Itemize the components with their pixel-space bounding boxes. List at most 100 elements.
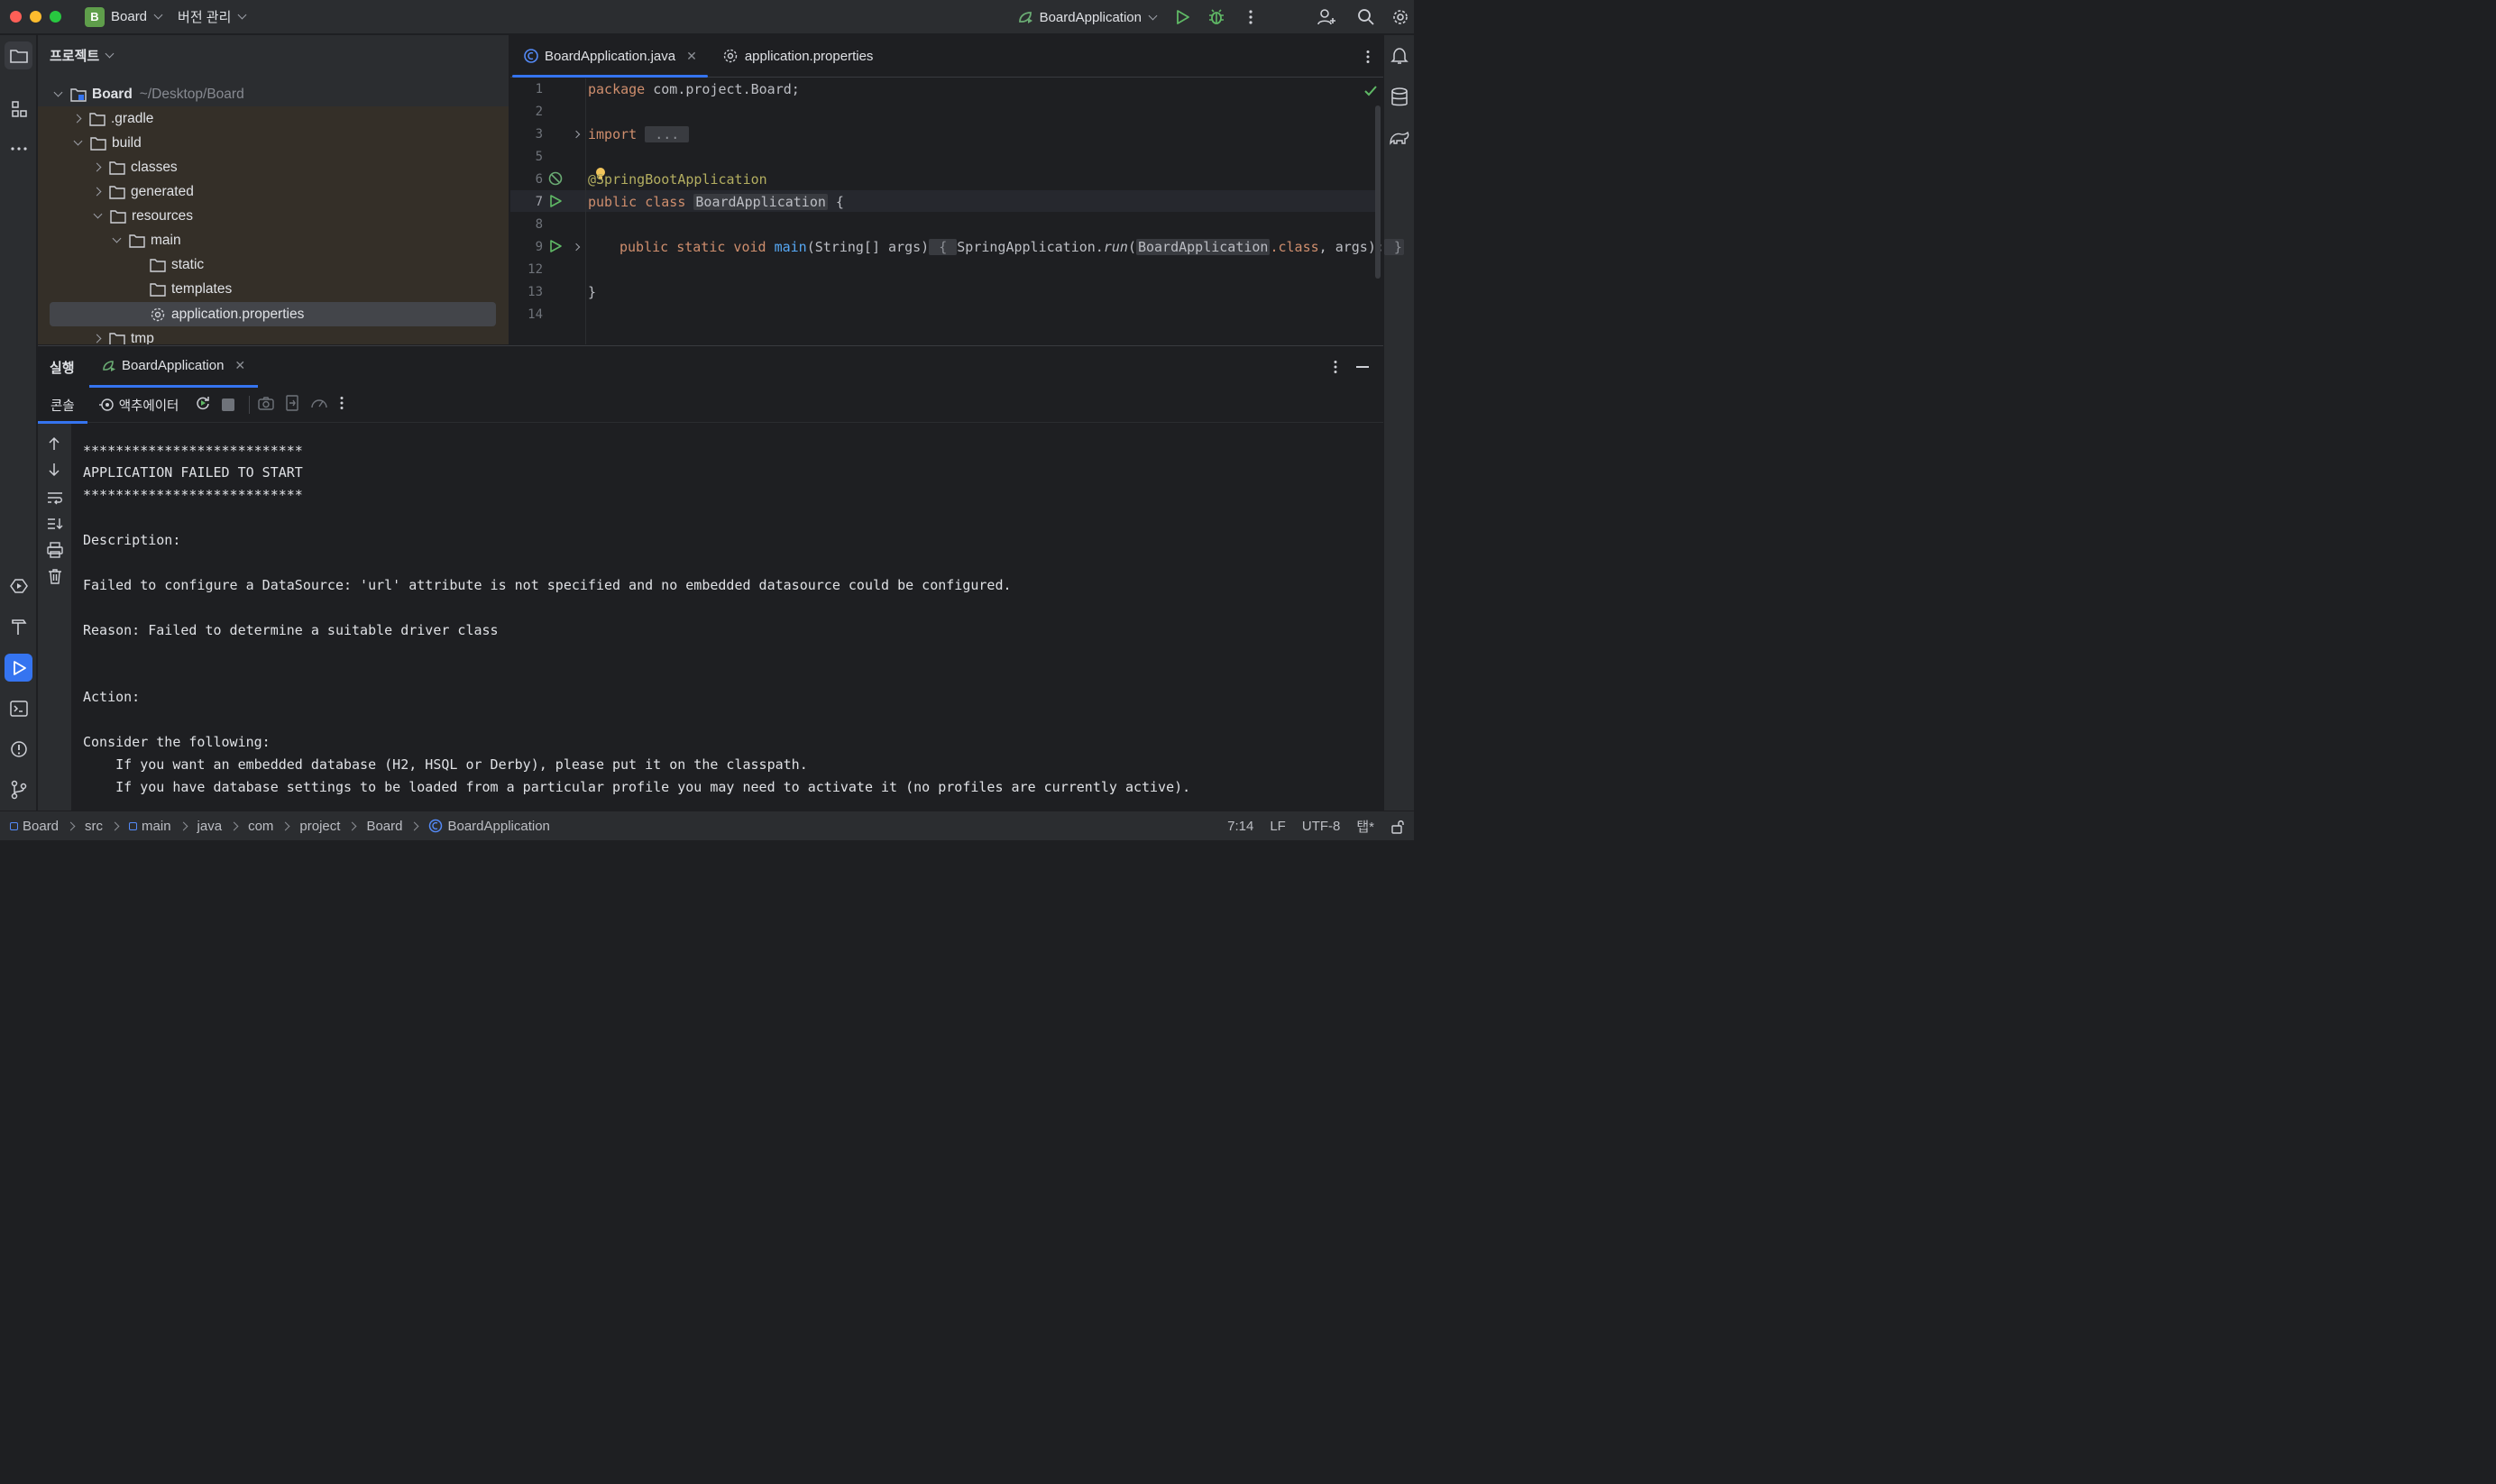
expand-arrow-icon[interactable] bbox=[73, 136, 83, 146]
print-icon[interactable] bbox=[47, 542, 63, 558]
close-icon[interactable]: ✕ bbox=[686, 49, 697, 64]
tree-root-board[interactable]: Board ~/Desktop/Board bbox=[38, 82, 509, 106]
tree-item-generated[interactable]: generated bbox=[38, 179, 509, 204]
close-icon[interactable]: ✕ bbox=[234, 358, 245, 373]
tree-item-gradle[interactable]: .gradle bbox=[38, 106, 509, 131]
line-number: 9 bbox=[535, 240, 543, 254]
run-tool-button[interactable] bbox=[5, 654, 32, 682]
vcs-menu[interactable]: 버전 관리 bbox=[178, 7, 247, 26]
tree-item-label: static bbox=[171, 256, 205, 272]
settings-button[interactable] bbox=[1387, 4, 1414, 31]
tree-item-application-properties[interactable]: application.properties bbox=[38, 302, 509, 326]
debug-button[interactable] bbox=[1203, 4, 1230, 31]
code-line-3[interactable]: import ... bbox=[588, 126, 690, 142]
run-config-name: BoardApplication bbox=[1039, 9, 1142, 25]
subtab-console[interactable]: 콘솔 bbox=[38, 388, 87, 424]
caret-position[interactable]: 7:14 bbox=[1227, 819, 1253, 834]
build-tool-button[interactable] bbox=[5, 612, 32, 640]
indent-setting[interactable]: 탭* bbox=[1356, 817, 1374, 836]
tree-item-classes[interactable]: classes bbox=[38, 155, 509, 179]
code-line-9[interactable]: public static void main(String[] args) {… bbox=[619, 239, 1404, 255]
editor-tabs-menu-button[interactable] bbox=[1365, 50, 1371, 68]
problems-tool-button[interactable] bbox=[5, 735, 32, 763]
project-badge[interactable]: B bbox=[85, 6, 105, 27]
expand-arrow-icon[interactable] bbox=[93, 209, 103, 219]
tree-item-static[interactable]: static bbox=[38, 252, 509, 277]
expand-arrow-icon[interactable] bbox=[72, 114, 82, 124]
run-config-selector[interactable]: BoardApplication bbox=[1017, 9, 1158, 25]
add-collaborator-button[interactable] bbox=[1313, 4, 1340, 31]
scroll-to-end-icon[interactable] bbox=[47, 517, 63, 531]
minimize-icon[interactable] bbox=[1356, 366, 1369, 368]
code-line-13[interactable]: } bbox=[588, 284, 596, 300]
more-actions-button[interactable] bbox=[1237, 4, 1264, 31]
tree-item-resources[interactable]: resources bbox=[38, 204, 509, 228]
run-panel-options-button[interactable] bbox=[1333, 360, 1338, 378]
file-encoding[interactable]: UTF-8 bbox=[1302, 819, 1341, 834]
editor-scrollbar[interactable] bbox=[1375, 105, 1381, 279]
trash-icon[interactable] bbox=[48, 568, 62, 584]
tree-item-tmp[interactable]: tmp bbox=[38, 326, 509, 344]
project-tool-button[interactable] bbox=[5, 41, 32, 69]
project-panel-header[interactable]: 프로젝트 bbox=[38, 35, 509, 76]
lock-icon[interactable] bbox=[1390, 820, 1405, 834]
exit-button[interactable] bbox=[285, 395, 299, 415]
tree-item-templates[interactable]: templates bbox=[38, 277, 509, 301]
console-output[interactable]: *************************** APPLICATION … bbox=[71, 424, 1383, 811]
expand-arrow-icon[interactable] bbox=[92, 162, 102, 172]
run-toolbar: 콘솔 액추에이터 bbox=[38, 388, 1383, 424]
breadcrumb-item[interactable]: com bbox=[248, 819, 273, 834]
project-selector[interactable]: Board bbox=[111, 9, 163, 24]
line-separator[interactable]: LF bbox=[1270, 819, 1286, 834]
run-toolbar-more-button[interactable] bbox=[339, 396, 344, 414]
gradle-tool-button[interactable] bbox=[1389, 129, 1410, 151]
database-tool-button[interactable] bbox=[1390, 87, 1409, 112]
subtab-actuator[interactable]: 액추에이터 bbox=[87, 388, 192, 423]
tree-item-build[interactable]: build bbox=[38, 131, 509, 155]
expand-arrow-icon[interactable] bbox=[53, 87, 63, 97]
breadcrumb-item[interactable]: main bbox=[142, 819, 171, 834]
close-window-button[interactable] bbox=[10, 11, 22, 23]
code-line-1[interactable]: package com.project.Board; bbox=[588, 81, 800, 97]
breadcrumb-item[interactable]: project bbox=[299, 819, 340, 834]
profiler-button[interactable] bbox=[310, 395, 328, 415]
dump-threads-button[interactable] bbox=[258, 396, 275, 414]
git-tool-button[interactable] bbox=[5, 775, 32, 803]
expand-arrow-icon[interactable] bbox=[92, 334, 102, 344]
notifications-button[interactable] bbox=[1390, 46, 1409, 69]
tab-run-boardapplication[interactable]: BoardApplication ✕ bbox=[89, 346, 259, 388]
rerun-button[interactable] bbox=[195, 395, 211, 415]
zoom-window-button[interactable] bbox=[50, 11, 61, 23]
terminal-tool-button[interactable] bbox=[5, 694, 32, 722]
project-panel-title: 프로젝트 bbox=[50, 49, 100, 64]
breadcrumb-item[interactable]: java bbox=[197, 819, 223, 834]
run-gutter-icon[interactable] bbox=[548, 239, 563, 253]
run-gutter-icon[interactable] bbox=[548, 194, 563, 208]
arrow-down-icon[interactable] bbox=[48, 463, 60, 477]
expand-arrow-icon[interactable] bbox=[92, 187, 102, 197]
code-line-7[interactable]: public class BoardApplication { bbox=[588, 194, 844, 210]
run-button[interactable] bbox=[1169, 4, 1196, 31]
spring-bean-gutter-icon[interactable] bbox=[547, 170, 564, 187]
folded-imports[interactable]: ... bbox=[645, 126, 690, 142]
soft-wrap-icon[interactable] bbox=[47, 490, 63, 505]
search-button[interactable] bbox=[1353, 4, 1380, 31]
tree-item-main[interactable]: main bbox=[38, 228, 509, 252]
stop-button[interactable] bbox=[222, 398, 235, 411]
breadcrumb-item[interactable]: Board bbox=[23, 819, 59, 834]
tab-application-properties[interactable]: application.properties bbox=[710, 35, 886, 77]
database-icon bbox=[1391, 87, 1408, 106]
minimize-window-button[interactable] bbox=[30, 11, 41, 23]
expand-arrow-icon[interactable] bbox=[112, 234, 122, 243]
structure-tool-button[interactable] bbox=[5, 95, 32, 123]
breadcrumb-item[interactable]: BoardApplication bbox=[447, 819, 549, 834]
window-controls bbox=[10, 11, 61, 23]
code-line-6[interactable]: @SpringBootApplication bbox=[588, 171, 767, 188]
arrow-up-icon[interactable] bbox=[48, 436, 60, 451]
services-tool-button[interactable] bbox=[5, 572, 32, 600]
breadcrumb-item[interactable]: src bbox=[85, 819, 103, 834]
breadcrumb-item[interactable]: Board bbox=[366, 819, 402, 834]
code-token: main bbox=[774, 239, 807, 255]
more-tools-button[interactable] bbox=[5, 134, 32, 162]
tab-boardapplication-java[interactable]: BoardApplication.java ✕ bbox=[510, 35, 710, 78]
